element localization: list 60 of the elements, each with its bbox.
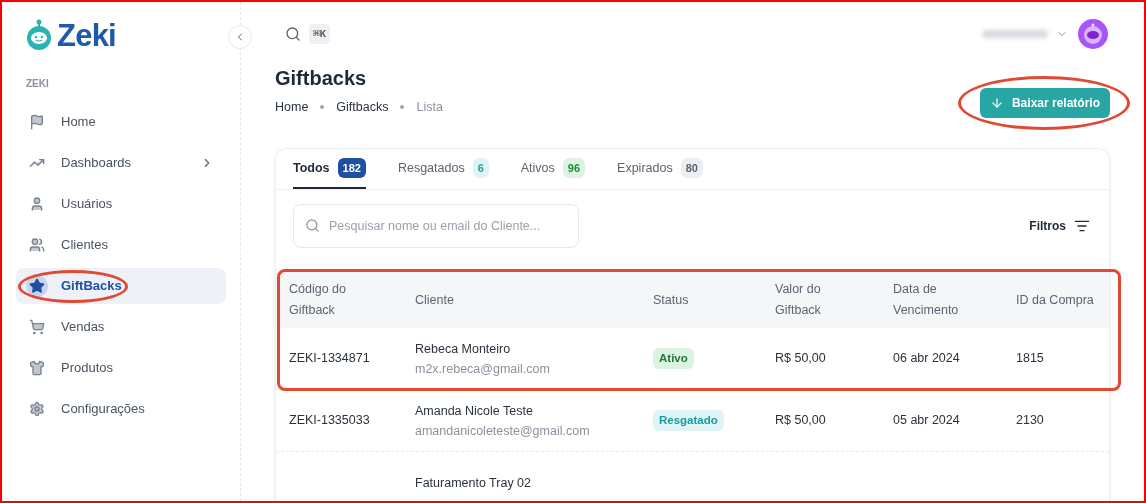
table-cell: 06 abr 2024	[893, 351, 960, 366]
sidebar-label: Dashboards	[61, 154, 132, 173]
table-cell: R$ 50,00	[775, 413, 826, 428]
sidebar-item[interactable]: Dashboards	[16, 145, 226, 181]
client-email: amandanicoleteste@gmail.com	[415, 422, 591, 440]
sidebar-label: Vendas	[61, 318, 105, 337]
column-header: Cliente	[415, 291, 454, 309]
sidebar-label: Clientes	[61, 236, 108, 255]
table-cell: 2130	[1016, 413, 1044, 428]
client-name: Rebeca Monteiro	[415, 340, 512, 358]
breadcrumb-separator-icon	[320, 105, 325, 110]
collapse-sidebar-button[interactable]	[228, 25, 252, 49]
breadcrumb-separator-icon	[400, 105, 405, 110]
sidebar-item[interactable]: Home	[16, 104, 226, 140]
column-header: ID da Compra	[1016, 291, 1094, 309]
breadcrumb-item: Lista	[416, 99, 443, 116]
sidebar-item[interactable]: Usuários	[16, 186, 226, 222]
sidebar-label: Configurações	[61, 400, 145, 419]
sidebar-item[interactable]: GiftBacks	[16, 268, 226, 304]
column-header: Status	[653, 291, 689, 309]
column-header: Data de Vencimento	[893, 281, 960, 319]
tab[interactable]: Resgatados 6	[397, 149, 489, 189]
table-cell: ZEKI-1335033	[289, 413, 370, 428]
table-cell: ZEKI-1334871	[289, 351, 370, 366]
breadcrumb-item[interactable]: Giftbacks	[336, 98, 389, 117]
shortcut-key: ⌘K	[309, 23, 331, 45]
table-cell: 05 abr 2024	[893, 413, 960, 428]
sidebar-item[interactable]: Produtos	[16, 350, 226, 386]
breadcrumb-item[interactable]: Home	[275, 98, 309, 117]
search-icon	[305, 218, 320, 233]
column-header: Código do Giftback	[289, 281, 347, 319]
table-cell: R$ 50,00	[775, 351, 826, 366]
logo-text: Zeki	[57, 19, 116, 51]
download-icon	[989, 96, 1004, 110]
filter-icon	[1074, 218, 1090, 234]
sidebar-item[interactable]: Vendas	[16, 309, 226, 345]
page-title: Giftbacks	[275, 66, 368, 90]
sidebar-item[interactable]: Clientes	[16, 227, 226, 263]
table-cell: 1815	[1016, 351, 1044, 366]
client-email: m2x.rebeca@gmail.com	[415, 360, 551, 378]
sidebar-item[interactable]: Configurações	[16, 391, 226, 427]
blurred-username[interactable]	[982, 30, 1048, 38]
robot-logo-icon	[24, 19, 54, 51]
tab[interactable]: Todos 182	[293, 149, 366, 189]
avatar-icon[interactable]	[1078, 19, 1108, 49]
sidebar-label: GiftBacks	[61, 277, 122, 296]
section-label: ZEKI	[26, 77, 50, 91]
client-name: Faturamento Tray 02	[415, 474, 533, 492]
status-badge: Ativo	[653, 347, 694, 370]
filters-button[interactable]: Filtros	[1029, 217, 1090, 235]
status-badge: Resgatado	[653, 409, 724, 432]
search-icon[interactable]	[285, 26, 301, 42]
tab[interactable]: Expirados 80	[617, 149, 703, 189]
sidebar-label: Produtos	[61, 359, 114, 378]
client-name: Amanda Nicole Teste	[415, 402, 534, 420]
sidebar-label: Home	[61, 113, 96, 132]
tab[interactable]: Ativos 96	[520, 149, 586, 189]
search-field[interactable]: Pesquisar nome ou email do Cliente...	[293, 204, 579, 248]
column-header: Valor do Giftback	[775, 281, 822, 319]
sidebar-label: Usuários	[61, 195, 113, 214]
